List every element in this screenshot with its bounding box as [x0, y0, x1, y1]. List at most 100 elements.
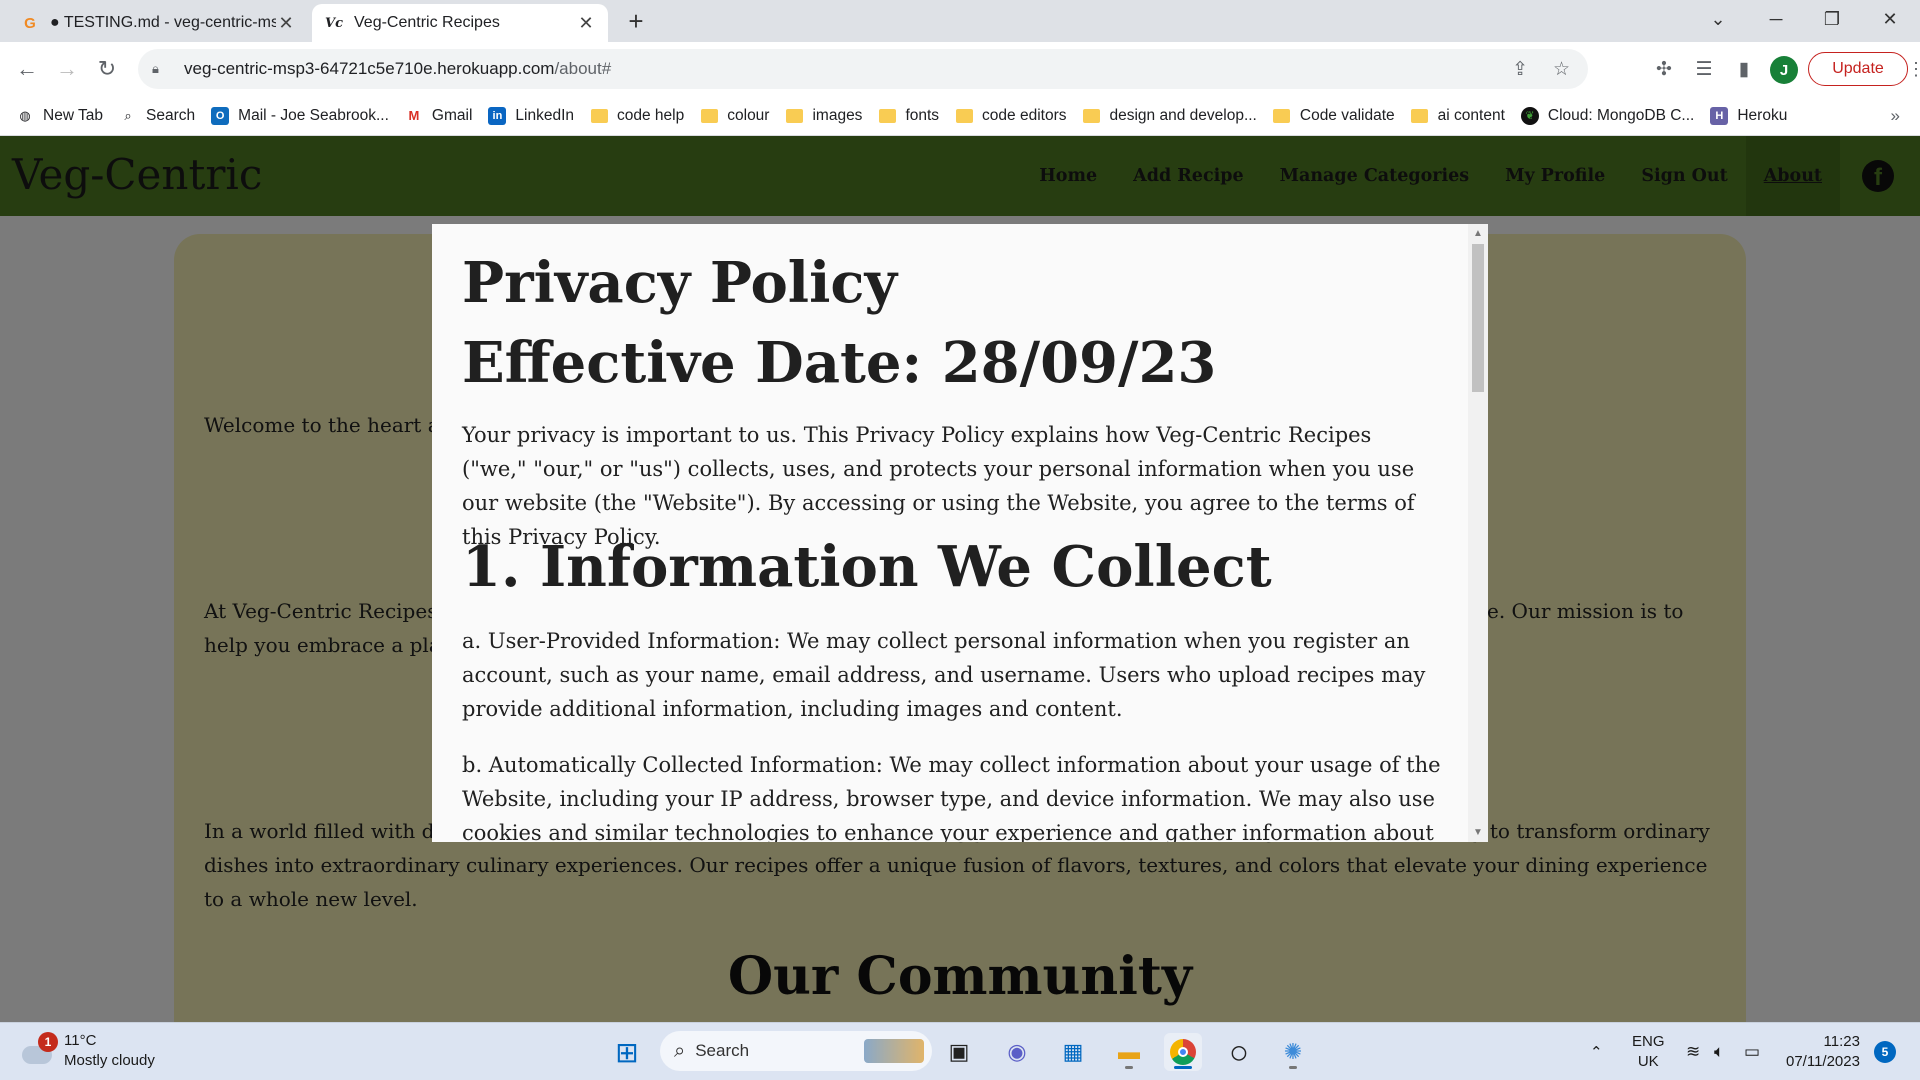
outlook-icon: O [211, 106, 230, 125]
reading-list-icon[interactable]: ☰ [1690, 55, 1718, 83]
bookmark-code-editors[interactable]: code editors [955, 106, 1067, 125]
weather-widget[interactable]: 1 11°C Mostly cloudy [20, 1031, 155, 1071]
menu-dots-icon[interactable]: ⋮ [1907, 59, 1920, 80]
scroll-down-icon[interactable]: ▼ [1473, 827, 1483, 838]
bookmark-search[interactable]: ⌕ Search [119, 107, 195, 125]
lock-icon[interactable]: 🔒︎ [152, 61, 172, 77]
notification-badge[interactable]: 5 [1874, 1041, 1896, 1063]
bookmark-code-validate[interactable]: Code validate [1273, 107, 1395, 125]
extensions-icon[interactable]: ✣ [1650, 55, 1678, 83]
language-indicator[interactable]: ENG UK [1632, 1023, 1665, 1080]
modal-scrollbar[interactable]: ▲ ▼ [1468, 224, 1488, 842]
bookmark-label: code editors [982, 106, 1067, 124]
chrome-icon[interactable] [1164, 1033, 1202, 1071]
scroll-thumb[interactable] [1472, 244, 1484, 392]
more-bookmarks-icon[interactable]: » [1891, 106, 1900, 126]
volume-icon[interactable]: 🔈︎ [1714, 1023, 1724, 1080]
close-tab-icon[interactable]: ✕ [576, 13, 596, 34]
close-window-icon[interactable]: ✕ [1868, 0, 1912, 38]
taskbar-search[interactable]: ⌕ Search [660, 1031, 932, 1071]
bookmark-colour[interactable]: colour [700, 107, 769, 125]
folder-icon [700, 107, 718, 125]
bookmark-mail[interactable]: O Mail - Joe Seabrook... [211, 106, 389, 125]
folder-icon [785, 107, 803, 125]
search-icon: ⌕ [124, 107, 132, 123]
new-tab-button[interactable]: + [620, 6, 652, 38]
running-indicator [1125, 1066, 1133, 1069]
folder-icon [878, 107, 896, 125]
bookmark-fonts[interactable]: fonts [878, 107, 939, 125]
back-icon[interactable]: ← [12, 54, 42, 84]
bookmark-label: code help [617, 106, 685, 124]
profile-avatar[interactable]: J [1770, 56, 1798, 84]
bookmark-label: images [812, 106, 863, 124]
bookmark-ai-content[interactable]: ai content [1411, 107, 1505, 125]
folder-icon [1411, 107, 1429, 125]
minimize-icon[interactable]: ─ [1754, 0, 1798, 38]
folder-icon [955, 107, 973, 125]
update-label: Update [1832, 60, 1884, 77]
search-highlight-image [864, 1039, 924, 1063]
close-tab-icon[interactable]: ✕ [276, 13, 296, 34]
gmail-icon: M [408, 108, 420, 123]
bookmark-design[interactable]: design and develop... [1083, 107, 1257, 125]
bookmark-label: colour [727, 106, 770, 124]
browser-tab-bar: G ● TESTING.md - veg-centric-msp3 ✕ Vc V… [0, 0, 1920, 42]
clock[interactable]: 11:23 07/11/2023 [1786, 1023, 1860, 1080]
scroll-up-icon[interactable]: ▲ [1473, 228, 1483, 239]
wifi-icon[interactable]: ≋ [1686, 1023, 1700, 1080]
weather-badge: 1 [38, 1032, 58, 1052]
forward-icon[interactable]: → [52, 54, 82, 84]
url-path: /about# [554, 59, 612, 78]
tab-title: ● TESTING.md - veg-centric-msp3 [50, 14, 276, 31]
weather-desc: Mostly cloudy [64, 1052, 155, 1069]
bookmark-label: Gmail [431, 106, 473, 124]
bookmark-label: Heroku [1737, 106, 1788, 124]
veg-centric-favicon-icon: Vc [324, 15, 343, 31]
tab-veg-centric-recipes[interactable]: Vc Veg-Centric Recipes ✕ [312, 4, 608, 42]
taskbar-search-label: Search [695, 1041, 750, 1060]
bookmark-label: ai content [1437, 106, 1505, 124]
section-1-a: a. User-Provided Information: We may col… [462, 629, 1426, 721]
reload-icon[interactable]: ↻ [92, 54, 122, 84]
bookmark-linkedin[interactable]: in LinkedIn [488, 106, 574, 125]
cloud-icon: 1 [20, 1032, 58, 1066]
side-panel-icon[interactable]: ▮ [1730, 55, 1758, 83]
bookmark-star-icon[interactable]: ☆ [1553, 49, 1570, 89]
show-hidden-icons-icon[interactable]: ⌃ [1590, 1023, 1603, 1080]
folder-icon [590, 107, 608, 125]
windows-start-icon[interactable]: ⊞ [608, 1033, 646, 1071]
linkedin-icon: in [488, 106, 507, 125]
bookmark-code-help[interactable]: code help [590, 107, 684, 125]
running-indicator [1174, 1066, 1192, 1069]
lang-top: ENG [1632, 1033, 1665, 1050]
bookmark-label: Search [146, 106, 196, 124]
tab-testing-md[interactable]: G ● TESTING.md - veg-centric-msp3 ✕ [8, 4, 308, 42]
update-button[interactable]: Update ⋮ [1808, 52, 1920, 86]
bookmark-gmail[interactable]: M Gmail [405, 106, 473, 125]
bookmark-images[interactable]: images [785, 107, 862, 125]
bookmark-label: Code validate [1299, 106, 1395, 124]
bookmark-label: Mail - Joe Seabrook... [238, 106, 389, 124]
weather-temp: 11°C [64, 1032, 97, 1049]
teams-chat-icon[interactable]: ◉ [998, 1033, 1036, 1071]
bookmark-new-tab[interactable]: ◍ New Tab [16, 107, 103, 125]
battery-icon[interactable]: ▭ [1744, 1023, 1760, 1080]
bookmark-heroku[interactable]: H Heroku [1710, 106, 1788, 125]
task-view-icon[interactable]: ▣ [940, 1033, 978, 1071]
share-icon[interactable]: ⇪ [1512, 49, 1528, 89]
weather-app-icon[interactable]: ✺ [1274, 1033, 1312, 1071]
address-bar[interactable]: 🔒︎ veg-centric-msp3-64721c5e710e.herokua… [138, 49, 1588, 89]
tab-search-icon[interactable]: ⌄ [1696, 0, 1740, 38]
lang-bottom: UK [1637, 1053, 1659, 1070]
file-explorer-icon[interactable]: ▬ [1110, 1033, 1148, 1071]
restore-icon[interactable]: ❐ [1810, 0, 1854, 38]
windows-taskbar: 1 11°C Mostly cloudy ⊞ ⌕ Search ▣ ◉ ▦ ▬ … [0, 1022, 1920, 1080]
bookmark-mongodb[interactable]: ❦ Cloud: MongoDB C... [1520, 106, 1694, 125]
microsoft-store-icon[interactable]: ▦ [1054, 1033, 1092, 1071]
section-1-heading: 1. Information We Collect [462, 534, 1272, 600]
privacy-policy-modal: Privacy Policy Effective Date: 28/09/23 … [432, 224, 1488, 842]
url-host: veg-centric-msp3-64721c5e710e.herokuapp.… [184, 59, 555, 78]
dell-icon[interactable]: ◯ [1220, 1033, 1258, 1071]
running-indicator [1289, 1066, 1297, 1069]
